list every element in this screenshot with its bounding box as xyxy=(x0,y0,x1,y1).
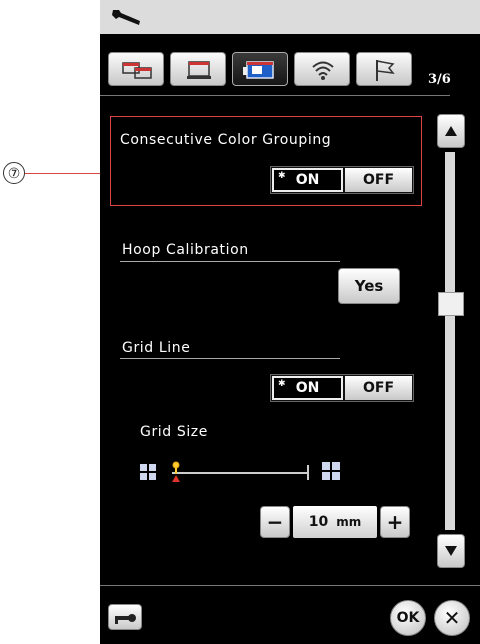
large-grid-icon xyxy=(322,462,340,480)
arrow-up-icon xyxy=(445,126,457,136)
grid-line-label: Grid Line xyxy=(122,340,191,356)
embroidery-machine-icon xyxy=(187,61,211,79)
color-grouping-on-button[interactable]: ✱ ON xyxy=(272,168,343,192)
selected-marker-icon: ✱ xyxy=(278,379,286,389)
settings-tabs xyxy=(108,52,468,86)
grid-line-underline xyxy=(120,358,340,359)
hoop-calibration-underline xyxy=(120,261,340,262)
decrease-button[interactable]: − xyxy=(260,506,290,538)
grid-line-off-button[interactable]: OFF xyxy=(345,376,412,400)
color-grouping-toggle: ✱ ON OFF xyxy=(270,166,414,194)
divider xyxy=(100,585,480,586)
divider xyxy=(100,95,450,96)
tab-language[interactable] xyxy=(356,52,412,86)
hoop-calibration-yes-button[interactable]: Yes xyxy=(338,268,400,304)
grid-size-slider-track[interactable] xyxy=(172,472,308,474)
grid-line-toggle: ✱ ON OFF xyxy=(270,374,414,402)
grid-line-on-button[interactable]: ✱ ON xyxy=(272,376,343,400)
language-flag-icon xyxy=(376,60,395,81)
ok-button[interactable]: OK xyxy=(390,600,426,636)
color-grouping-label: Consecutive Color Grouping xyxy=(120,132,332,148)
close-icon: ✕ xyxy=(443,606,461,630)
grid-size-slider-handle[interactable] xyxy=(170,460,182,484)
small-grid-icon xyxy=(140,464,156,480)
scroll-up-button[interactable] xyxy=(437,114,465,148)
lock-key-button[interactable] xyxy=(108,604,142,630)
embroidery-settings-icon xyxy=(243,61,274,79)
tab-machine-settings[interactable] xyxy=(108,52,164,86)
callout-leader-line xyxy=(25,173,110,175)
tab-wireless[interactable] xyxy=(294,52,350,86)
grid-size-value: 10 mm xyxy=(293,506,377,538)
wireless-icon xyxy=(312,61,334,80)
cancel-button[interactable]: ✕ xyxy=(434,600,470,636)
hoop-calibration-label: Hoop Calibration xyxy=(122,242,249,258)
wrench-icon xyxy=(112,10,140,25)
tab-embroidery-settings[interactable] xyxy=(232,52,288,86)
scroll-track[interactable] xyxy=(445,152,455,530)
scroll-thumb[interactable] xyxy=(438,292,464,316)
key-icon xyxy=(115,614,136,624)
color-grouping-off-button[interactable]: OFF xyxy=(345,168,412,192)
scroll-down-button[interactable] xyxy=(437,534,465,568)
arrow-down-icon xyxy=(445,546,457,556)
tab-embroidery-machine[interactable] xyxy=(170,52,226,86)
title-bar xyxy=(100,0,480,34)
grid-size-label: Grid Size xyxy=(140,424,208,440)
page-indicator: 3/6 xyxy=(428,72,451,87)
selected-marker-icon: ✱ xyxy=(278,171,286,181)
increase-button[interactable]: + xyxy=(380,506,410,538)
machine-settings-icon xyxy=(122,62,152,79)
settings-panel: 3/6 Consecutive Color Grouping ✱ ON OFF … xyxy=(100,0,480,644)
slider-end-mark xyxy=(307,465,309,480)
callout-number: ⑦ xyxy=(3,162,25,184)
grid-size-stepper: − 10 mm + xyxy=(260,506,410,538)
